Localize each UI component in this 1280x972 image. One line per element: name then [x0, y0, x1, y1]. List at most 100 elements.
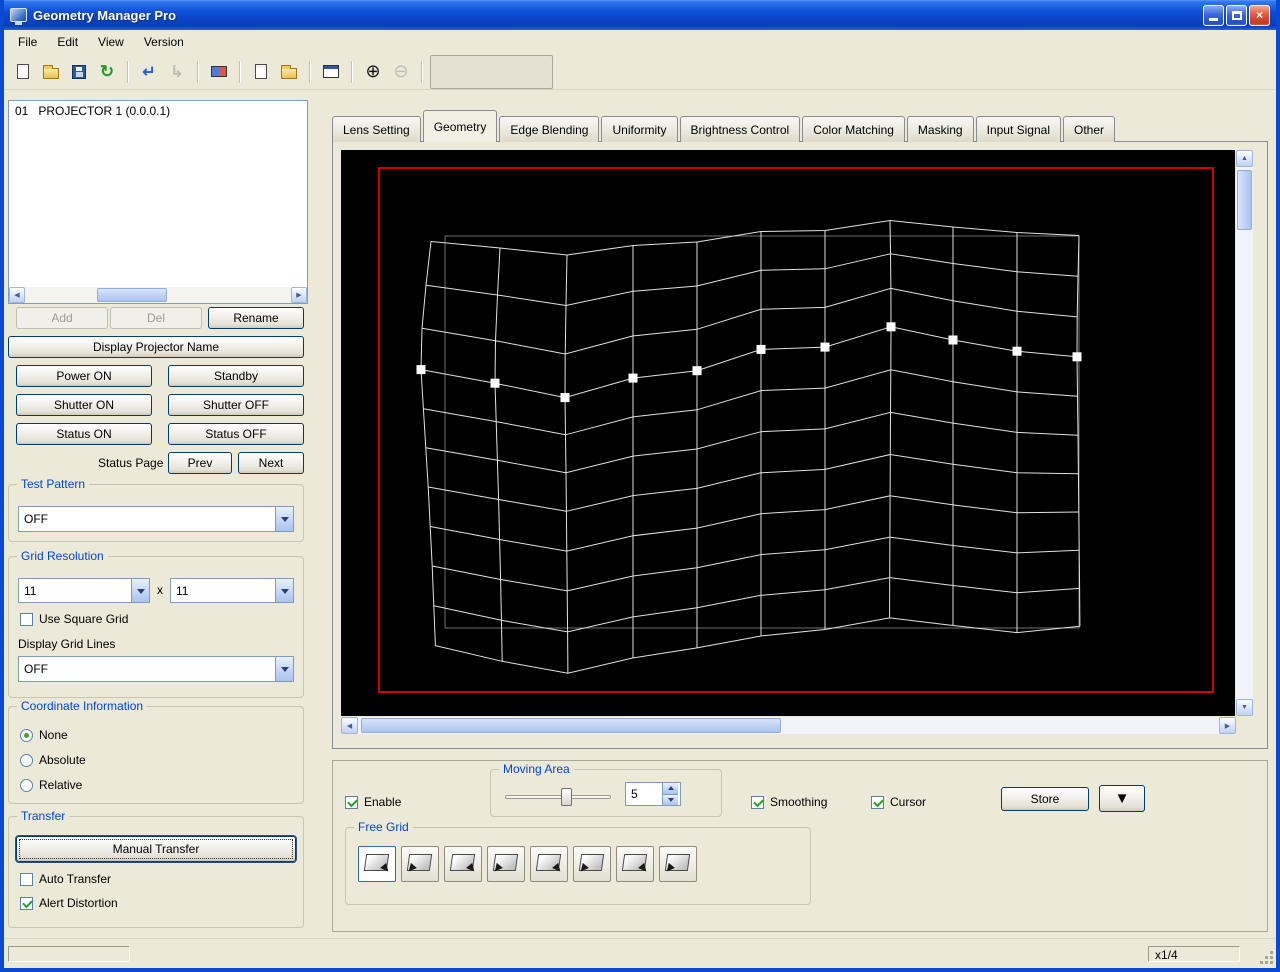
window-layout-button[interactable]	[318, 59, 344, 85]
grid-control-point[interactable]	[948, 335, 958, 345]
resize-grip[interactable]	[1261, 952, 1274, 965]
projector-listbox[interactable]: 01 PROJECTOR 1 (0.0.0.1) ◀ ▶	[8, 100, 308, 304]
grid-control-point[interactable]	[886, 322, 896, 332]
free-grid-mode-5-button[interactable]	[530, 846, 568, 882]
moving-area-slider[interactable]	[505, 788, 611, 806]
cursor-checkbox[interactable]: Cursor	[871, 795, 926, 809]
display-grid-lines-select[interactable]: OFF	[18, 656, 294, 682]
close-button[interactable]: ×	[1249, 4, 1270, 26]
open-file-button[interactable]	[38, 59, 64, 85]
rename-button[interactable]: Rename	[208, 307, 304, 329]
slider-thumb[interactable]	[561, 788, 572, 806]
free-grid-mode-3-button[interactable]	[444, 846, 482, 882]
menu-item-view[interactable]: View	[88, 32, 134, 52]
spinner-up-button[interactable]	[662, 783, 678, 794]
swatch-red-button[interactable]	[464, 59, 490, 85]
grid-control-point[interactable]	[1012, 346, 1022, 356]
shutter-on-button[interactable]: Shutter ON	[16, 394, 152, 416]
scroll-down-button[interactable]: ▼	[1236, 699, 1253, 716]
grid-resolution-v-select[interactable]: 11	[170, 578, 294, 603]
tab-uniformity[interactable]: Uniformity	[601, 116, 678, 142]
grid-resolution-h-select[interactable]: 11	[18, 578, 150, 603]
geometry-canvas[interactable]	[341, 150, 1235, 716]
grid-control-point[interactable]	[490, 378, 500, 388]
scroll-right-button[interactable]: ▶	[1219, 717, 1236, 734]
prev-button[interactable]: Prev	[168, 452, 232, 474]
free-grid-mode-6-button[interactable]	[573, 846, 611, 882]
store-button[interactable]: Store	[1001, 787, 1089, 811]
menu-item-version[interactable]: Version	[134, 32, 194, 52]
scroll-right-button[interactable]: ▶	[291, 287, 307, 303]
enable-checkbox[interactable]: Enable	[345, 795, 401, 809]
tab-edge-blending[interactable]: Edge Blending	[499, 116, 600, 142]
maximize-button[interactable]	[1226, 4, 1247, 26]
canvas-vertical-scrollbar[interactable]: ▲ ▼	[1236, 150, 1253, 716]
refresh-button[interactable]	[94, 59, 120, 85]
grid-control-point[interactable]	[416, 365, 426, 375]
alert-distortion-checkbox[interactable]: Alert Distortion	[20, 896, 118, 910]
undo-button[interactable]	[136, 59, 162, 85]
coordinate-relative-radio[interactable]: Relative	[20, 778, 82, 792]
menu-item-edit[interactable]: Edit	[47, 32, 88, 52]
tab-color-matching[interactable]: Color Matching	[802, 116, 905, 142]
status-on-button[interactable]: Status ON	[16, 423, 152, 445]
zoom-in-button[interactable]	[360, 59, 386, 85]
dropdown-arrow-icon[interactable]	[275, 657, 293, 681]
canvas-horizontal-scrollbar[interactable]: ◀ ▶	[341, 717, 1236, 734]
standby-button[interactable]: Standby	[168, 365, 304, 387]
power-on-button[interactable]: Power ON	[16, 365, 152, 387]
status-off-button[interactable]: Status OFF	[168, 423, 304, 445]
tab-input-signal[interactable]: Input Signal	[975, 116, 1061, 142]
slider-track[interactable]	[505, 795, 611, 799]
grid-control-point[interactable]	[1072, 352, 1082, 362]
grid-control-point[interactable]	[820, 342, 830, 352]
grid-control-point[interactable]	[692, 366, 702, 376]
scroll-thumb[interactable]	[97, 288, 167, 302]
free-grid-mode-4-button[interactable]	[487, 846, 525, 882]
dropdown-arrow-icon[interactable]	[275, 579, 293, 602]
store-dropdown-button[interactable]: ▼	[1099, 785, 1145, 812]
coordinate-absolute-radio[interactable]: Absolute	[20, 753, 86, 767]
grid-control-point[interactable]	[756, 344, 766, 354]
free-grid-mode-1-button[interactable]	[358, 846, 396, 882]
save-button[interactable]	[66, 59, 92, 85]
scroll-left-button[interactable]: ◀	[341, 717, 358, 734]
scroll-thumb[interactable]	[1237, 170, 1252, 230]
scroll-up-button[interactable]: ▲	[1236, 150, 1253, 167]
swatch-green-button[interactable]	[493, 59, 519, 85]
next-button[interactable]: Next	[238, 452, 304, 474]
swatch-white-button[interactable]	[435, 59, 461, 85]
minimize-button[interactable]	[1203, 4, 1224, 26]
scroll-thumb[interactable]	[361, 718, 781, 733]
shutter-off-button[interactable]: Shutter OFF	[168, 394, 304, 416]
capture-card-button[interactable]	[206, 59, 232, 85]
open-file-2-button[interactable]	[276, 59, 302, 85]
use-square-grid-checkbox[interactable]: Use Square Grid	[20, 612, 128, 626]
coordinate-none-radio[interactable]: None	[20, 728, 68, 742]
tab-lens-setting[interactable]: Lens Setting	[332, 116, 421, 142]
scroll-left-button[interactable]: ◀	[9, 287, 25, 303]
listbox-horizontal-scrollbar[interactable]: ◀ ▶	[9, 287, 307, 303]
free-grid-mode-2-button[interactable]	[401, 846, 439, 882]
projector-list-item[interactable]: 01 PROJECTOR 1 (0.0.0.1)	[9, 101, 307, 121]
grid-control-point[interactable]	[628, 373, 638, 383]
test-pattern-select[interactable]: OFF	[18, 506, 294, 532]
tab-other[interactable]: Other	[1063, 116, 1116, 142]
new-file-button[interactable]	[10, 59, 36, 85]
dropdown-arrow-icon[interactable]	[131, 579, 149, 602]
display-projector-name-button[interactable]: Display Projector Name	[8, 336, 304, 358]
moving-area-input[interactable]	[626, 783, 662, 805]
tab-geometry[interactable]: Geometry	[422, 110, 498, 142]
spinner-down-button[interactable]	[662, 793, 678, 805]
tab-brightness-control[interactable]: Brightness Control	[679, 116, 801, 142]
auto-transfer-checkbox[interactable]: Auto Transfer	[20, 872, 111, 886]
manual-transfer-button[interactable]: Manual Transfer	[16, 836, 296, 862]
smoothing-checkbox[interactable]: Smoothing	[751, 795, 827, 809]
swatch-blue-button[interactable]	[522, 59, 548, 85]
tab-masking[interactable]: Masking	[906, 116, 974, 142]
menu-item-file[interactable]: File	[8, 32, 47, 52]
dropdown-arrow-icon[interactable]	[275, 507, 293, 531]
new-file-2-button[interactable]	[248, 59, 274, 85]
free-grid-mode-7-button[interactable]	[616, 846, 654, 882]
grid-control-point[interactable]	[560, 393, 570, 403]
